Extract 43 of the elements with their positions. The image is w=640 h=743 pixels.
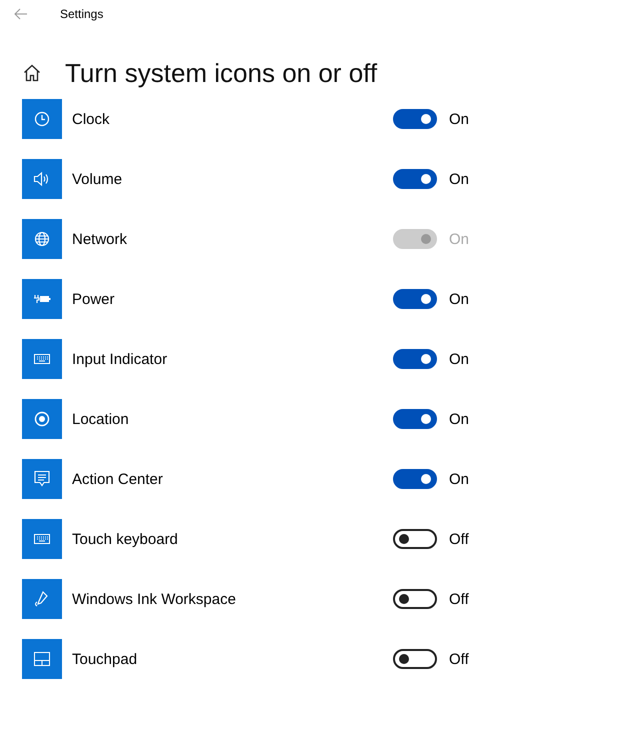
toggle-state: On: [449, 470, 470, 488]
toggle-switch[interactable]: [393, 409, 437, 429]
globe-icon: [22, 219, 62, 259]
toggle-state: On: [449, 110, 470, 128]
setting-label: Touch keyboard: [72, 530, 179, 548]
toggle-state: Off: [449, 590, 469, 608]
toggle-state: On: [449, 230, 470, 248]
pen-icon: [22, 579, 62, 619]
toggle-state: Off: [449, 530, 469, 548]
toggle-switch[interactable]: [393, 289, 437, 309]
toggle-switch[interactable]: [393, 589, 437, 609]
toggle-state: On: [449, 290, 470, 308]
setting-label: Network: [72, 230, 128, 248]
toggle-switch[interactable]: [393, 649, 437, 669]
back-icon[interactable]: [14, 8, 28, 20]
toggle-switch[interactable]: [393, 109, 437, 129]
window-title: Settings: [60, 7, 104, 21]
setting-label: Touchpad: [72, 650, 138, 668]
home-icon[interactable]: [23, 64, 41, 82]
setting-label: Action Center: [72, 470, 164, 488]
setting-label: Location: [72, 410, 130, 428]
keyboard-icon: [22, 339, 62, 379]
setting-label: Clock: [72, 110, 111, 128]
toggle-state: On: [449, 350, 470, 368]
message-icon: [22, 459, 62, 499]
keyboard-icon: [22, 519, 62, 559]
setting-label: Volume: [72, 170, 124, 188]
toggle-state: Off: [449, 650, 469, 668]
setting-label: Windows Ink Workspace: [72, 590, 237, 608]
speaker-icon: [22, 159, 62, 199]
battery-plug-icon: [22, 279, 62, 319]
setting-label: Input Indicator: [72, 350, 168, 368]
toggle-switch[interactable]: [393, 469, 437, 489]
clock-icon: [22, 99, 62, 139]
toggle-switch[interactable]: [393, 349, 437, 369]
setting-label: Power: [72, 290, 116, 308]
toggle-switch[interactable]: [393, 529, 437, 549]
toggle-switch[interactable]: [393, 169, 437, 189]
touchpad-icon: [22, 639, 62, 679]
target-icon: [22, 399, 62, 439]
toggle-state: On: [449, 410, 470, 428]
page-title: Turn system icons on or off: [65, 58, 378, 88]
toggle-state: On: [449, 170, 470, 188]
